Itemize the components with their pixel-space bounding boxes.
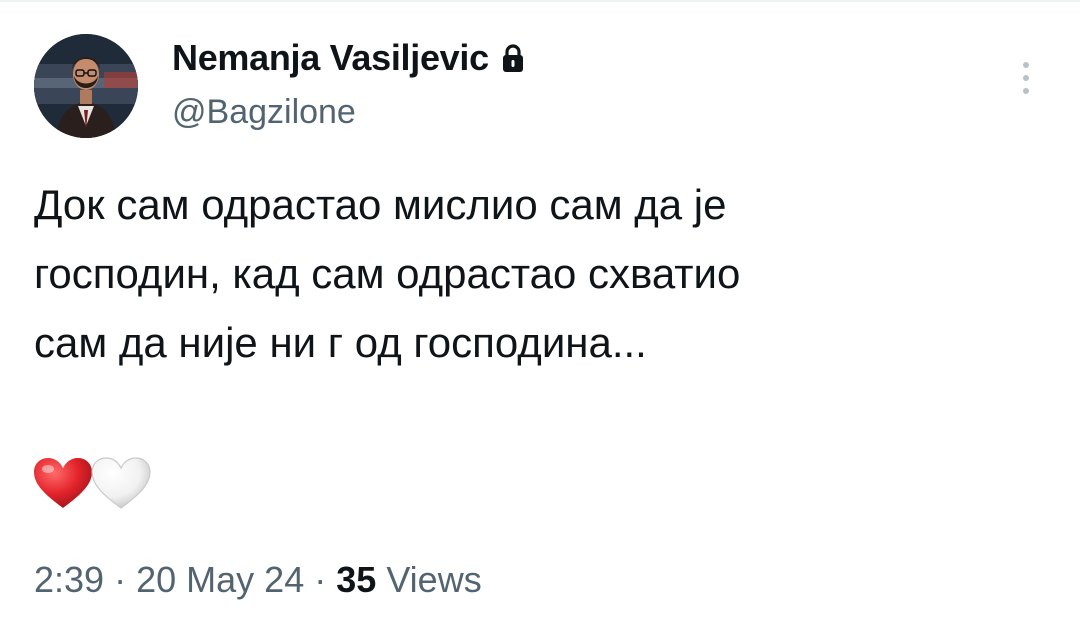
views-label[interactable]: Views	[386, 559, 481, 600]
avatar-photo	[34, 34, 138, 138]
tweet-time[interactable]: 2:39	[34, 559, 104, 600]
top-divider	[0, 0, 1080, 2]
tweet-text: Док сам одрастао мислио сам да је господ…	[34, 170, 1034, 377]
tweet-text-line: господин, кад сам одрастао схватио	[34, 250, 741, 297]
tweet-text-line: сам да није ни г од господина...	[34, 319, 647, 366]
tweet-date[interactable]: 20 May 24	[136, 559, 304, 600]
tweet-text-line: Док сам одрастао мислио сам да је	[34, 181, 727, 228]
author-display-name[interactable]: Nemanja Vasiljevic	[172, 37, 489, 78]
author-name-row[interactable]: Nemanja Vasiljevic	[172, 36, 525, 83]
emoji-row	[32, 456, 152, 516]
tweet-meta: 2:39 · 20 May 24 · 35 Views	[34, 556, 482, 604]
white-heart-icon	[91, 457, 151, 509]
avatar[interactable]	[34, 34, 138, 138]
views-count[interactable]: 35	[336, 559, 376, 600]
more-vertical-icon[interactable]	[1012, 60, 1040, 96]
meta-separator: ·	[114, 559, 127, 600]
lock-icon	[501, 39, 525, 83]
author-handle[interactable]: @Bagzilone	[172, 92, 356, 132]
meta-separator: ·	[314, 559, 327, 600]
red-heart-icon	[34, 458, 92, 508]
